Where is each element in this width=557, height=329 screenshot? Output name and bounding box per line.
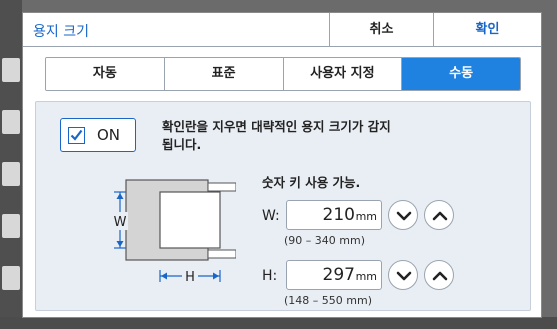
height-input[interactable]: 297 mm <box>286 260 382 290</box>
dialog-titlebar: 용지 크기 취소 확인 <box>23 13 541 47</box>
numeric-keys-hint: 숫자 키 사용 가능. <box>262 175 361 190</box>
paper-shape <box>159 191 221 249</box>
dialog-title: 용지 크기 <box>33 24 89 40</box>
w-dimension-label: W <box>114 215 127 230</box>
paper-size-dialog: 용지 크기 취소 확인 자동 표준 사용자 지정 수동 ON 확인란을 지우면 … <box>22 12 542 318</box>
width-decrease-button[interactable] <box>388 200 418 230</box>
width-range: (90 – 340 mm) <box>284 234 365 247</box>
chevron-down-icon <box>396 211 412 221</box>
height-value: 297 <box>322 265 355 285</box>
height-label: H: <box>262 268 278 284</box>
tab-standard[interactable]: 표준 <box>164 58 284 90</box>
height-unit: mm <box>355 270 377 283</box>
background-tab <box>2 58 20 82</box>
width-value: 210 <box>322 205 355 225</box>
background-tab <box>2 162 20 186</box>
mode-tabs: 자동 표준 사용자 지정 수동 <box>45 57 521 91</box>
width-unit: mm <box>355 210 377 223</box>
tab-auto[interactable]: 자동 <box>46 58 165 90</box>
ok-button[interactable]: 확인 <box>433 13 541 46</box>
tab-manual[interactable]: 수동 <box>402 58 520 90</box>
width-label: W: <box>262 208 280 224</box>
height-decrease-button[interactable] <box>388 260 418 290</box>
width-input[interactable]: 210 mm <box>286 200 382 230</box>
tab-custom[interactable]: 사용자 지정 <box>283 58 403 90</box>
height-increase-button[interactable] <box>424 260 454 290</box>
chevron-down-icon <box>396 271 412 281</box>
checkbox-checked-icon <box>68 127 85 144</box>
paper-size-diagram: W H <box>112 179 236 285</box>
background-status-bar <box>0 317 557 329</box>
chevron-up-icon <box>432 211 448 221</box>
manual-settings-panel: ON 확인란을 지우면 대략적인 용지 크기가 감지됩니다. W H 숫자 키 … <box>35 101 531 311</box>
chevron-up-icon <box>432 271 448 281</box>
width-increase-button[interactable] <box>424 200 454 230</box>
background-tab <box>2 266 20 290</box>
hint-text: 확인란을 지우면 대략적인 용지 크기가 감지됩니다. <box>162 119 391 152</box>
h-dimension-label: H <box>185 270 195 285</box>
cancel-button[interactable]: 취소 <box>329 13 433 46</box>
background-tab <box>2 214 20 238</box>
on-checkbox-label: ON <box>97 126 121 144</box>
background-tab <box>2 110 20 134</box>
height-range: (148 – 550 mm) <box>284 294 372 307</box>
on-checkbox[interactable]: ON <box>60 118 136 152</box>
